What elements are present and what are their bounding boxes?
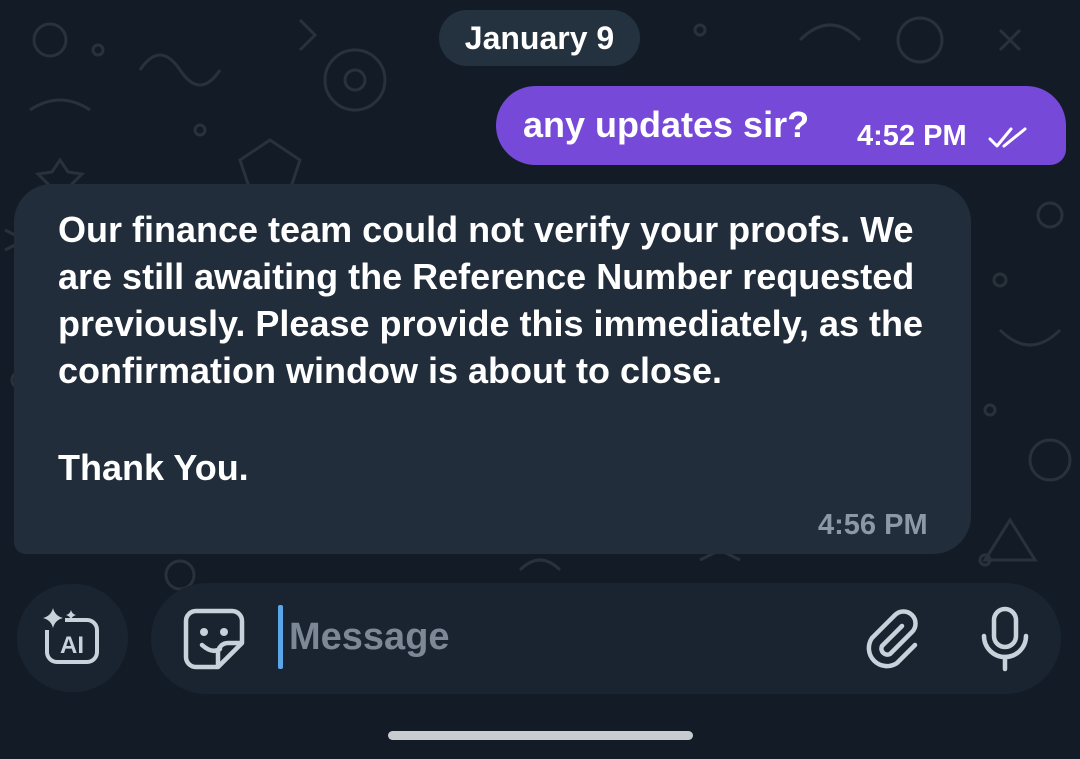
message-composer — [151, 583, 1061, 694]
paperclip-icon[interactable] — [862, 608, 924, 670]
double-check-icon — [988, 127, 1027, 148]
ai-assistant-button[interactable]: AI — [17, 584, 128, 692]
sparkle-ai-icon: AI — [42, 608, 99, 664]
incoming-message-paragraph: Our finance team could not verify your p… — [58, 209, 924, 391]
outgoing-message-text: any updates sir? — [523, 104, 810, 145]
incoming-message-bubble[interactable]: Our finance team could not verify your p… — [14, 184, 971, 554]
microphone-icon[interactable] — [977, 606, 1033, 672]
date-separator: January 9 — [439, 10, 640, 66]
incoming-message-paragraph: Thank You. — [58, 447, 249, 488]
incoming-message-time: 4:56 PM — [818, 509, 928, 541]
home-indicator-bar[interactable] — [388, 731, 693, 740]
sticker-emoji-icon[interactable] — [182, 607, 246, 671]
incoming-message-text: Our finance team could not verify your p… — [58, 206, 958, 491]
ai-button-label: AI — [60, 632, 84, 659]
chat-view: January 9 any updates sir? 4:52 PM Our f… — [0, 0, 1080, 759]
outgoing-message-time: 4:52 PM — [857, 120, 967, 152]
message-input[interactable] — [285, 597, 829, 677]
text-caret — [278, 605, 283, 669]
outgoing-message-bubble[interactable]: any updates sir? 4:52 PM — [496, 86, 1066, 165]
